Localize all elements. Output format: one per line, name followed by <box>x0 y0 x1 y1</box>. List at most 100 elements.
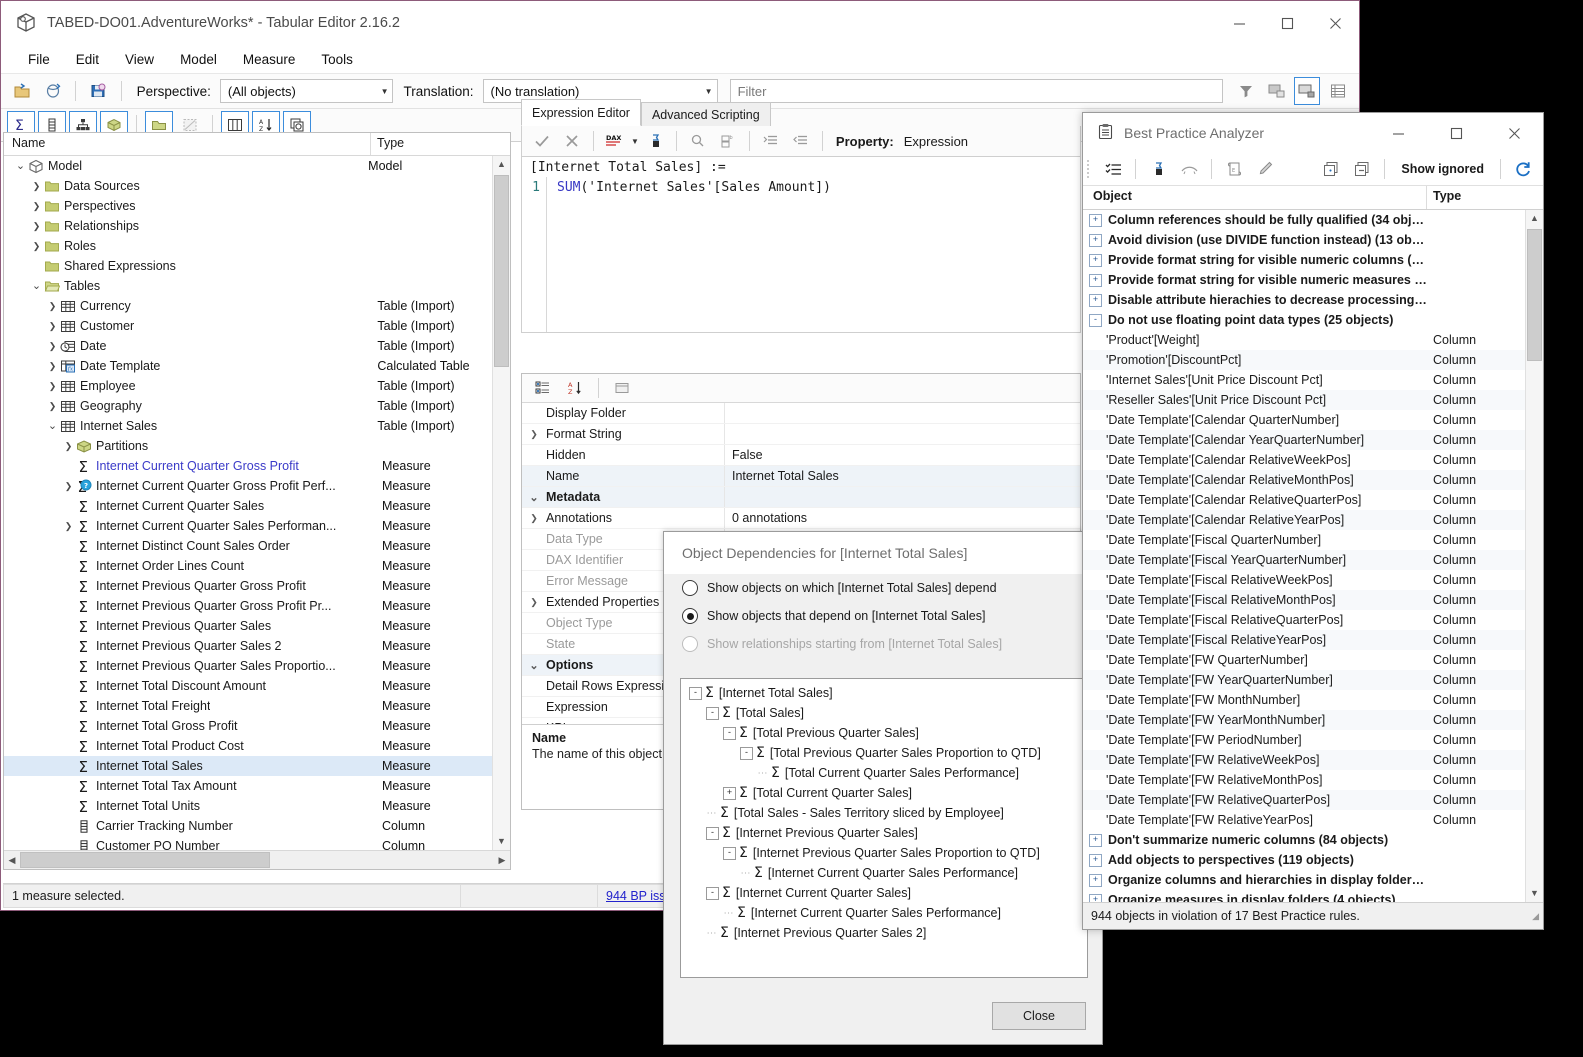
property-pages-icon[interactable] <box>608 374 636 402</box>
bpa-rule-row[interactable]: - Do not use floating point data types (2… <box>1083 310 1543 330</box>
chevron-right-icon[interactable]: ❯ <box>46 380 59 393</box>
bpa-object-row[interactable]: 'Date Template'[FW MonthNumber] Column <box>1083 690 1543 710</box>
tree-row[interactable]: ⌄ Tables <box>4 276 510 296</box>
bpa-minimize-button[interactable] <box>1369 113 1427 153</box>
chevron-right-icon[interactable]: ❯ <box>46 400 59 413</box>
close-button-dialog[interactable]: Close <box>992 1002 1086 1030</box>
bpa-rule-row[interactable]: + Provide format string for visible numer… <box>1083 250 1543 270</box>
bpa-scroll-down-icon[interactable]: ▼ <box>1526 885 1543 902</box>
replace-icon[interactable]: b <box>714 127 742 155</box>
refresh-connection-icon[interactable] <box>40 77 67 105</box>
bpa-rule-row[interactable]: + Provide format string for visible numer… <box>1083 270 1543 290</box>
bpa-object-row[interactable]: 'Date Template'[FW QuarterNumber] Column <box>1083 650 1543 670</box>
hide-details-icon[interactable] <box>1263 77 1290 105</box>
expand-rule-icon[interactable]: + <box>1089 273 1102 287</box>
radio-selected-icon[interactable] <box>682 608 698 624</box>
filter-input[interactable]: Filter <box>729 79 1223 103</box>
bpa-object-row[interactable]: 'Date Template'[Fiscal RelativeYearPos] C… <box>1083 630 1543 650</box>
expression-code-area[interactable]: 1 SUM('Internet Sales'[Sales Amount]) <box>521 177 1081 333</box>
tree-row[interactable]: Σ Internet Total Sales Measure <box>4 756 510 776</box>
bpa-object-row[interactable]: 'Date Template'[FW RelativeWeekPos] Colum… <box>1083 750 1543 770</box>
bpa-rule-row[interactable]: + Column references should be fully quali… <box>1083 210 1543 230</box>
tree-row[interactable]: Σ Internet Previous Quarter Sales Proport… <box>4 656 510 676</box>
tree-row[interactable]: ❯ Currency Table (Import) <box>4 296 510 316</box>
outdent-icon[interactable] <box>787 127 815 155</box>
tree-row[interactable]: Σ Internet Previous Quarter Sales 2 Measur… <box>4 636 510 656</box>
chevron-right-icon[interactable]: ❯ <box>46 300 59 313</box>
collapse-node-icon[interactable]: - <box>740 746 753 760</box>
alphabetical-sort-icon[interactable]: A Z <box>561 374 589 402</box>
bpa-object-row[interactable]: 'Date Template'[FW YearMonthNumber] Colum… <box>1083 710 1543 730</box>
collapse-node-icon[interactable]: - <box>706 826 719 840</box>
open-folder-icon[interactable] <box>9 77 36 105</box>
tree-hscroll-thumb[interactable] <box>20 852 270 868</box>
chevron-right-icon[interactable]: ❯ <box>62 520 75 533</box>
dependency-node[interactable]: ⋯ Σ [Internet Current Quarter Sales Perfor… <box>681 903 1087 923</box>
tree-row[interactable]: ❯ Data Sources <box>4 176 510 196</box>
chevron-right-icon[interactable]: ❯ <box>30 200 43 213</box>
menu-tools[interactable]: Tools <box>308 48 366 71</box>
tree-row[interactable]: Σ Internet Current Quarter Sales Measure <box>4 496 510 516</box>
scroll-left-icon[interactable]: ◀ <box>4 855 20 866</box>
show-ignored-button[interactable]: Show ignored <box>1393 162 1492 176</box>
tree-row[interactable]: Customer PO Number Column <box>4 836 510 850</box>
menu-model[interactable]: Model <box>167 48 230 71</box>
tree-row[interactable]: ❯ Date Table (Import) <box>4 336 510 356</box>
dependency-node[interactable]: - Σ [Total Previous Quarter Sales] <box>681 723 1087 743</box>
accept-icon[interactable] <box>528 127 556 155</box>
tree-row[interactable]: Σ Internet Total Discount Amount Measure <box>4 676 510 696</box>
scroll-down-icon[interactable]: ▼ <box>493 833 510 850</box>
bpa-rule-row[interactable]: + Disable attribute hierachies to decreas… <box>1083 290 1543 310</box>
tree-row[interactable]: ❯ Relationships <box>4 216 510 236</box>
collapse-node-icon[interactable]: - <box>706 706 719 720</box>
chevron-down-icon[interactable]: ⌄ <box>46 420 59 433</box>
bpa-object-row[interactable]: 'Date Template'[FW RelativeQuarterPos] Co… <box>1083 790 1543 810</box>
menu-edit[interactable]: Edit <box>63 48 112 71</box>
chevron-right-icon[interactable]: ❯ <box>522 597 546 608</box>
radio-depends-on-row[interactable]: Show objects on which [Internet Total Sa… <box>664 574 1102 602</box>
cancel-icon[interactable] <box>558 127 586 155</box>
property-value-cell[interactable] <box>724 403 1080 423</box>
property-row[interactable]: ❯ Annotations 0 annotations <box>522 508 1080 529</box>
tree-row[interactable]: ❯ Geography Table (Import) <box>4 396 510 416</box>
tree-row[interactable]: Σ Internet Total Product Cost Measure <box>4 736 510 756</box>
collapse-node-icon[interactable]: - <box>689 686 702 700</box>
property-row[interactable]: Name Internet Total Sales <box>522 466 1080 487</box>
expand-rule-icon[interactable]: + <box>1089 893 1102 902</box>
tree-row[interactable]: Σ Internet Previous Quarter Sales Measure <box>4 616 510 636</box>
chevron-right-icon[interactable]: ❯ <box>46 340 59 353</box>
tree-scroll-thumb[interactable] <box>494 175 509 367</box>
go-to-icon[interactable] <box>641 127 669 155</box>
chevron-down-icon[interactable]: ⌄ <box>522 491 546 504</box>
bpa-object-row[interactable]: 'Date Template'[Calendar YearQuarterNumb… <box>1083 430 1543 450</box>
tree-row[interactable]: ❯ Partitions <box>4 436 510 456</box>
bpa-object-row[interactable]: 'Reseller Sales'[Unit Price Discount Pct… <box>1083 390 1543 410</box>
collapse-node-icon[interactable]: - <box>723 846 736 860</box>
tree-row[interactable]: ❯ Customer Table (Import) <box>4 316 510 336</box>
chevron-right-icon[interactable]: ❯ <box>62 480 75 493</box>
expand-all-icon[interactable] <box>1317 155 1345 183</box>
dependency-node[interactable]: ⋯ Σ [Internet Current Quarter Sales Perfor… <box>681 863 1087 883</box>
dependency-node[interactable]: ⋯ Σ [Internet Previous Quarter Sales 2] <box>681 923 1087 943</box>
property-row[interactable]: ⌄ Metadata <box>522 487 1080 508</box>
bpa-object-row[interactable]: 'Date Template'[FW RelativeYearPos] Colum… <box>1083 810 1543 830</box>
menu-measure[interactable]: Measure <box>230 48 309 71</box>
bpa-object-row[interactable]: 'Date Template'[Fiscal RelativeQuarterPo… <box>1083 610 1543 630</box>
bpa-object-row[interactable]: 'Date Template'[Calendar QuarterNumber] C… <box>1083 410 1543 430</box>
tree-row[interactable]: ⌄ Model Model <box>4 156 510 176</box>
collapse-node-icon[interactable]: - <box>706 886 719 900</box>
chevron-down-icon[interactable]: ⌄ <box>522 659 546 672</box>
tree-row[interactable]: Σ Internet Distinct Count Sales Order Meas… <box>4 536 510 556</box>
radio-unselected-icon[interactable] <box>682 580 698 596</box>
property-value-cell[interactable] <box>724 487 1080 507</box>
refresh-icon[interactable] <box>1509 155 1537 183</box>
show-details-icon[interactable] <box>1293 77 1321 105</box>
expand-node-icon[interactable]: + <box>723 786 736 800</box>
bpa-object-row[interactable]: 'Date Template'[Calendar RelativeWeekPos… <box>1083 450 1543 470</box>
dependency-node[interactable]: - Σ [Total Sales] <box>681 703 1087 723</box>
tree-rows[interactable]: ▲ ▼ ⌄ Model Model ❯ Data Sources ❯ Perspective… <box>4 156 510 850</box>
list-view-icon[interactable] <box>1324 77 1351 105</box>
chevron-right-icon[interactable]: ❯ <box>46 320 59 333</box>
tree-row[interactable]: ❯ Roles <box>4 236 510 256</box>
maximize-button[interactable] <box>1263 1 1311 45</box>
